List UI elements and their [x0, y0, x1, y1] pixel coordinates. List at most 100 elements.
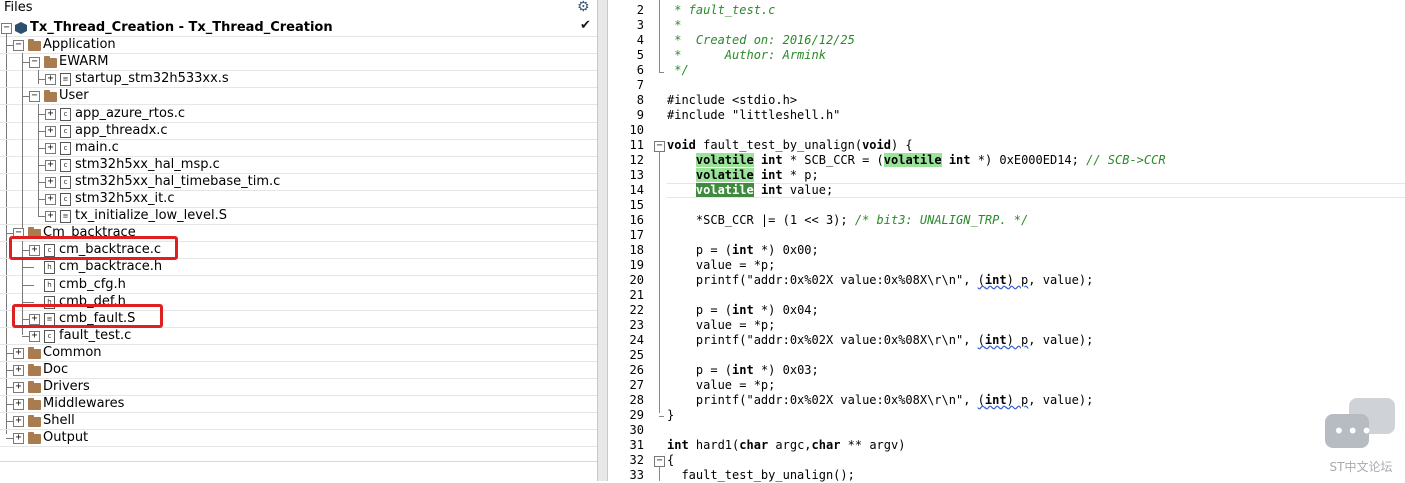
code-text[interactable]: p = (int *) 0x00;	[667, 243, 819, 258]
code-line[interactable]: 3 *	[608, 18, 1405, 33]
folder-expander[interactable]: +	[13, 399, 24, 410]
code-text[interactable]: int hard1(char argc,char ** argv)	[667, 438, 905, 453]
code-line[interactable]: 31 int hard1(char argc,char ** argv)	[608, 438, 1405, 453]
code-line[interactable]: 21	[608, 288, 1405, 303]
code-line[interactable]: 14 volatile int value;	[608, 183, 1405, 198]
code-line[interactable]: 13 volatile int * p;	[608, 168, 1405, 183]
tree-item-label[interactable]: Output	[43, 429, 88, 446]
code-line[interactable]: 18 p = (int *) 0x00;	[608, 243, 1405, 258]
code-line[interactable]: 2 * fault_test.c	[608, 3, 1405, 18]
tree-item-label[interactable]: Doc	[43, 361, 68, 378]
code-text[interactable]: #include <stdio.h>	[667, 93, 797, 108]
tree-item-label[interactable]: stm32h5xx_it.c	[75, 190, 174, 207]
tree-item-label[interactable]: cmb_cfg.h	[59, 276, 126, 293]
code-text[interactable]: #include "littleshell.h"	[667, 108, 840, 123]
code-line[interactable]: 32 {	[608, 453, 1405, 468]
file-expander[interactable]: +	[45, 109, 56, 120]
code-text[interactable]: * fault_test.c	[667, 3, 775, 18]
code-text[interactable]: value = *p;	[667, 318, 775, 333]
code-line[interactable]: 11 void fault_test_by_unalign(void) {	[608, 138, 1405, 153]
file-expander[interactable]: +	[45, 194, 56, 205]
code-line[interactable]: 5 * Author: Armink	[608, 48, 1405, 63]
tree-item-label[interactable]: EWARM	[59, 53, 109, 70]
code-line[interactable]: 4 * Created on: 2016/12/25	[608, 33, 1405, 48]
code-line[interactable]: 9 #include "littleshell.h"	[608, 108, 1405, 123]
tree-item-label[interactable]: startup_stm32h533xx.s	[75, 70, 229, 87]
panel-splitter[interactable]	[597, 0, 608, 481]
code-text[interactable]: void fault_test_by_unalign(void) {	[667, 138, 913, 153]
code-line[interactable]: 12 volatile int * SCB_CCR = (volatile in…	[608, 153, 1405, 168]
code-line[interactable]: 29}	[608, 408, 1405, 423]
code-line[interactable]: 7	[608, 78, 1405, 93]
file-expander[interactable]: +	[45, 143, 56, 154]
code-line[interactable]: 26 p = (int *) 0x03;	[608, 363, 1405, 378]
code-line[interactable]: 23 value = *p;	[608, 318, 1405, 333]
folder-expander[interactable]: +	[13, 382, 24, 393]
tree-item-label[interactable]: app_azure_rtos.c	[75, 105, 185, 122]
tree-item-label[interactable]: User	[59, 87, 89, 104]
tree-item-label[interactable]: Middlewares	[43, 395, 124, 412]
tree-item-label[interactable]: fault_test.c	[59, 327, 131, 344]
code-line[interactable]: 28 printf("addr:0x%02X value:0x%08X\r\n"…	[608, 393, 1405, 408]
code-line[interactable]: 15	[608, 198, 1405, 213]
tree-item-label[interactable]: Shell	[43, 412, 75, 429]
folder-expander[interactable]: +	[13, 348, 24, 359]
code-text[interactable]: printf("addr:0x%02X value:0x%08X\r\n", (…	[667, 273, 1093, 288]
folder-expander[interactable]: +	[13, 365, 24, 376]
code-line[interactable]: 6 */	[608, 63, 1405, 78]
code-text[interactable]: volatile int * SCB_CCR = (volatile int *…	[667, 153, 1166, 168]
code-line[interactable]: 19 value = *p;	[608, 258, 1405, 273]
tree-item-label[interactable]: stm32h5xx_hal_msp.c	[75, 156, 220, 173]
folder-expander[interactable]: +	[13, 416, 24, 427]
code-text[interactable]: value = *p;	[667, 378, 775, 393]
code-text[interactable]: }	[667, 408, 674, 423]
code-text[interactable]: p = (int *) 0x03;	[667, 363, 819, 378]
code-text[interactable]: */	[667, 63, 688, 78]
file-expander[interactable]: +	[45, 177, 56, 188]
code-text[interactable]: * Created on: 2016/12/25	[667, 33, 855, 48]
file-expander[interactable]: +	[45, 160, 56, 171]
code-text[interactable]: p = (int *) 0x04;	[667, 303, 819, 318]
fold-end	[659, 72, 664, 73]
tree-item-label[interactable]: app_threadx.c	[75, 122, 168, 139]
tree-item-label[interactable]: Application	[43, 36, 116, 53]
file-expander[interactable]: +	[45, 211, 56, 222]
code-text[interactable]: {	[667, 453, 674, 468]
code-line[interactable]: 10	[608, 123, 1405, 138]
code-line[interactable]: 22 p = (int *) 0x04;	[608, 303, 1405, 318]
line-number: 20	[629, 273, 644, 287]
folder-expander[interactable]: −	[13, 40, 24, 51]
tree-item-label[interactable]: Drivers	[43, 378, 90, 395]
code-text[interactable]: volatile int value;	[667, 183, 833, 198]
code-text[interactable]: value = *p;	[667, 258, 775, 273]
code-line[interactable]: 17	[608, 228, 1405, 243]
folder-expander[interactable]: −	[29, 91, 40, 102]
code-line[interactable]: 25	[608, 348, 1405, 363]
tree-item-label[interactable]: cm_backtrace.h	[59, 258, 162, 275]
folder-expander[interactable]: −	[29, 57, 40, 68]
code-line[interactable]: 20 printf("addr:0x%02X value:0x%08X\r\n"…	[608, 273, 1405, 288]
file-expander[interactable]: +	[29, 331, 40, 342]
code-line[interactable]: 24 printf("addr:0x%02X value:0x%08X\r\n"…	[608, 333, 1405, 348]
tree-item-label[interactable]: stm32h5xx_hal_timebase_tim.c	[75, 173, 280, 190]
code-text[interactable]: printf("addr:0x%02X value:0x%08X\r\n", (…	[667, 333, 1093, 348]
code-line[interactable]: 30	[608, 423, 1405, 438]
code-text[interactable]: printf("addr:0x%02X value:0x%08X\r\n", (…	[667, 393, 1093, 408]
code-line[interactable]: 16 *SCB_CCR |= (1 << 3); /* bit3: UNALIG…	[608, 213, 1405, 228]
line-number: 32	[629, 453, 644, 467]
tree-item-label[interactable]: tx_initialize_low_level.S	[75, 207, 227, 224]
file-expander[interactable]: +	[45, 126, 56, 137]
gear-icon[interactable]: ⚙	[577, 0, 590, 15]
code-text[interactable]: * Author: Armink	[667, 48, 826, 63]
code-line[interactable]: 27 value = *p;	[608, 378, 1405, 393]
code-text[interactable]: *	[667, 18, 681, 33]
code-editor[interactable]: 2 * fault_test.c 3 * 4 * Created on: 2016/…	[608, 0, 1405, 482]
code-line[interactable]: 8 #include <stdio.h>	[608, 93, 1405, 108]
folder-expander[interactable]: +	[13, 433, 24, 444]
code-text[interactable]: *SCB_CCR |= (1 << 3); /* bit3: UNALIGN_T…	[667, 213, 1028, 228]
code-text[interactable]: volatile int * p;	[667, 168, 819, 183]
tree-item-label[interactable]: Common	[43, 344, 102, 361]
tree-item-label[interactable]: main.c	[75, 139, 119, 156]
file-expander[interactable]: +	[45, 74, 56, 85]
project-label[interactable]: Tx_Thread_Creation - Tx_Thread_Creation	[30, 19, 333, 36]
